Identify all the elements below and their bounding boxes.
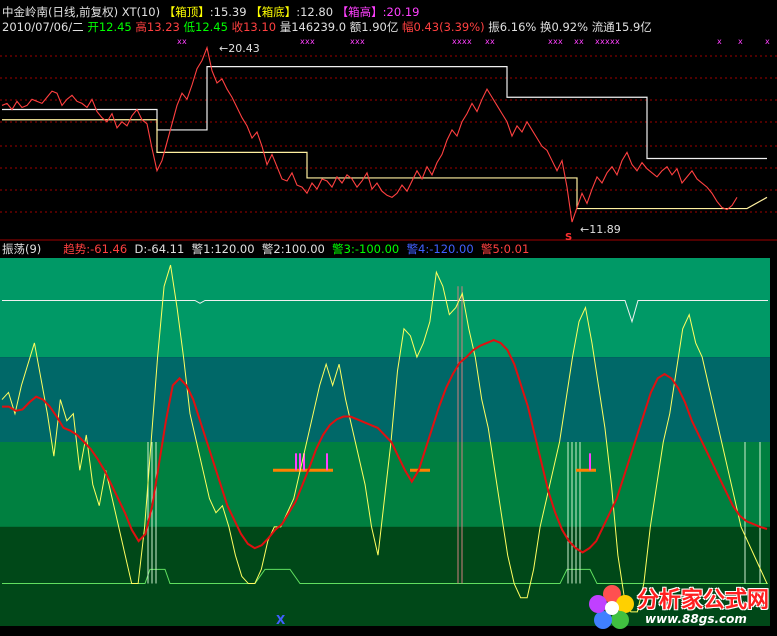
watermark-url: www.88gs.com	[645, 612, 747, 626]
sell-marker: x	[490, 37, 495, 46]
sell-marker: x	[717, 37, 722, 46]
sell-marker: x	[615, 37, 620, 46]
low-mark: 11.89	[589, 223, 621, 236]
sell-marker: x	[360, 37, 365, 46]
box-bottom-line	[2, 119, 768, 210]
oscillator-panel: X	[0, 258, 770, 627]
high-mark: 20.43	[228, 42, 260, 55]
low-arrow: ←	[580, 223, 589, 236]
low-annotation: ←11.89	[580, 223, 621, 236]
sell-marker: x	[558, 37, 563, 46]
box-top-line	[2, 66, 767, 160]
low-glyph: S	[565, 232, 572, 243]
band-upper-mid	[0, 357, 770, 442]
sell-marker: x	[182, 37, 187, 46]
sell-marker: x	[467, 37, 472, 46]
band-overbought	[0, 258, 770, 358]
price-line	[1, 45, 738, 223]
chart-canvas: xxxxxxxxxxxxxxxxxxxxxxxxxxx X ←20.43 ←11…	[0, 37, 777, 627]
sell-marker: x	[310, 37, 315, 46]
high-arrow: ←	[219, 42, 228, 55]
watermark-cn: 分析家公式网	[637, 588, 770, 613]
flower-logo-icon	[589, 585, 634, 629]
sell-marker: x	[738, 37, 743, 46]
price-panel: xxxxxxxxxxxxxxxxxxxxxxxxxxx	[0, 37, 777, 223]
high-annotation: ←20.43	[219, 42, 260, 55]
sell-marker: x	[765, 37, 770, 46]
sell-marker: x	[579, 37, 584, 46]
buy-x-marker: X	[276, 613, 286, 627]
watermark: 分析家公式网 www.88gs.com	[585, 578, 775, 634]
